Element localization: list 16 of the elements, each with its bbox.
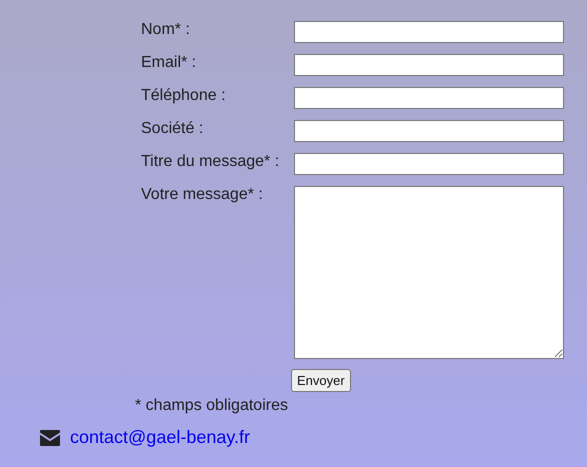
field-label: Société : (141, 120, 204, 139)
submit-button[interactable]: Envoyer (291, 369, 351, 392)
required-note: * champs obligatoires (135, 397, 288, 414)
field-label: Email* : (141, 54, 198, 73)
field-label: Titre du message* : (141, 153, 280, 172)
input-field[interactable] (294, 21, 564, 43)
input-field[interactable] (294, 120, 564, 142)
input-field[interactable] (294, 87, 564, 109)
mail-icon (40, 430, 60, 446)
field-label: Téléphone : (141, 87, 227, 106)
field-label: Votre message* : (141, 186, 264, 205)
input-field[interactable] (294, 54, 564, 76)
field-label: Nom* : (141, 21, 191, 40)
email-link[interactable]: contact@gael-benay.fr (70, 427, 250, 448)
input-field[interactable] (294, 153, 564, 175)
message-field[interactable] (294, 186, 564, 359)
